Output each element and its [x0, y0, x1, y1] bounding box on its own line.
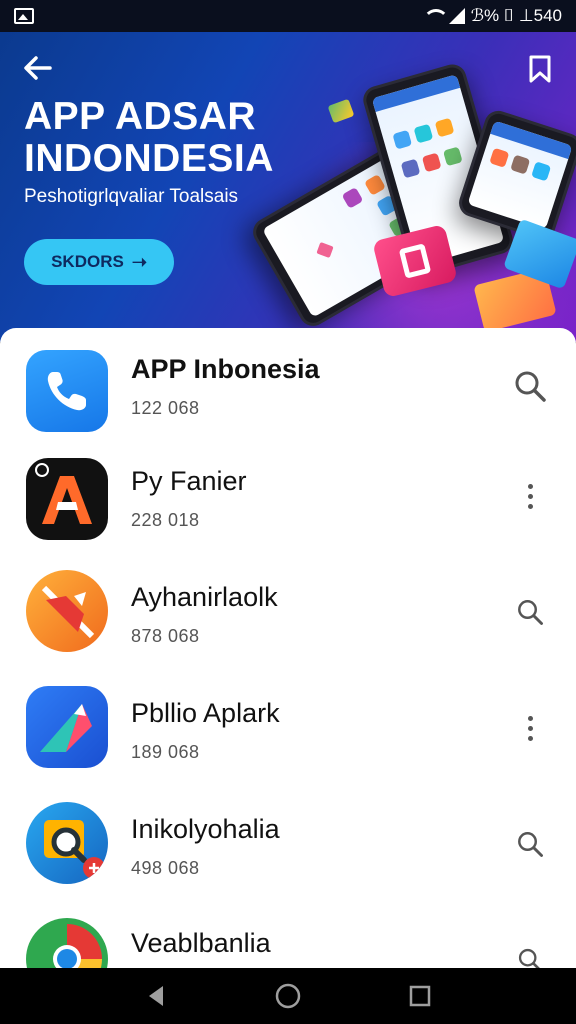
back-arrow-icon[interactable]: [22, 54, 54, 82]
app-count: 498 068: [131, 858, 200, 878]
arrow-right-icon: ➝: [131, 251, 147, 272]
status-bar: ℬ% ⌷ ⊥540: [0, 0, 576, 32]
floating-cube-small: [327, 98, 355, 124]
search-icon[interactable]: [512, 594, 548, 630]
more-vert-icon[interactable]: [512, 710, 548, 746]
nav-recents-button[interactable]: [400, 976, 440, 1016]
signal-icon: [448, 8, 465, 24]
back-triangle-icon: [149, 986, 163, 1006]
list-item[interactable]: Pbllio Aplark 189 068: [0, 676, 576, 792]
hero-title: APP ADSAR INDONDESIA: [24, 95, 274, 180]
paper-plane-app-icon: [26, 686, 108, 768]
app-count: 228 018: [131, 510, 200, 530]
hero-cta-button[interactable]: SKDORS ➝: [24, 239, 174, 285]
phone-app-icon: [26, 350, 108, 432]
system-nav-bar: [0, 968, 576, 1024]
app-list-sheet: APP Inbonesia 122 068 Py Fanier 228 018: [0, 328, 576, 968]
gallery-notification-icon: [14, 8, 34, 24]
search-icon[interactable]: [512, 942, 548, 968]
home-circle-icon: [275, 983, 301, 1009]
app-count: 122 068: [131, 398, 200, 418]
nav-back-button[interactable]: [136, 976, 176, 1016]
wifi-icon: [422, 9, 449, 23]
pencil-app-icon: [26, 570, 108, 652]
nav-home-button[interactable]: [268, 976, 308, 1016]
app-name: APP Inbonesia: [131, 354, 320, 384]
search-icon[interactable]: [512, 368, 548, 404]
bookmark-icon[interactable]: [528, 54, 552, 84]
hero-subtitle: Peshotigrlqvaliar Toalsais: [24, 186, 239, 207]
app-name: Py Fanier: [131, 466, 247, 496]
app-count: 189 068: [131, 742, 200, 762]
magnifier-app-icon: [26, 802, 108, 884]
hero-banner: APP ADSAR INDONDESIA Peshotigrlqvaliar T…: [0, 32, 576, 342]
app-name: Ayhanirlaolk: [131, 582, 278, 612]
list-item[interactable]: Inikolyohalia 498 068: [0, 792, 576, 908]
search-icon[interactable]: [512, 826, 548, 862]
app-count: 878 068: [131, 626, 200, 646]
recents-square-icon: [409, 985, 431, 1007]
status-icons: ℬ% ⌷ ⊥540: [422, 6, 562, 26]
hero-cta-label: SKDORS: [51, 252, 124, 271]
chrome-app-icon: [26, 918, 108, 968]
list-item[interactable]: Veablbanlia: [0, 908, 576, 968]
app-name: Inikolyohalia: [131, 814, 280, 844]
list-item[interactable]: Py Fanier 228 018: [0, 444, 576, 560]
app-name: Pbllio Aplark: [131, 698, 280, 728]
app-name: Veablbanlia: [131, 928, 271, 958]
list-item[interactable]: APP Inbonesia 122 068: [0, 328, 576, 444]
list-item[interactable]: Ayhanirlaolk 878 068: [0, 560, 576, 676]
a-logo-app-icon: [26, 458, 108, 540]
more-vert-icon[interactable]: [512, 478, 548, 514]
status-text: ℬ% ⌷ ⊥540: [470, 6, 562, 25]
